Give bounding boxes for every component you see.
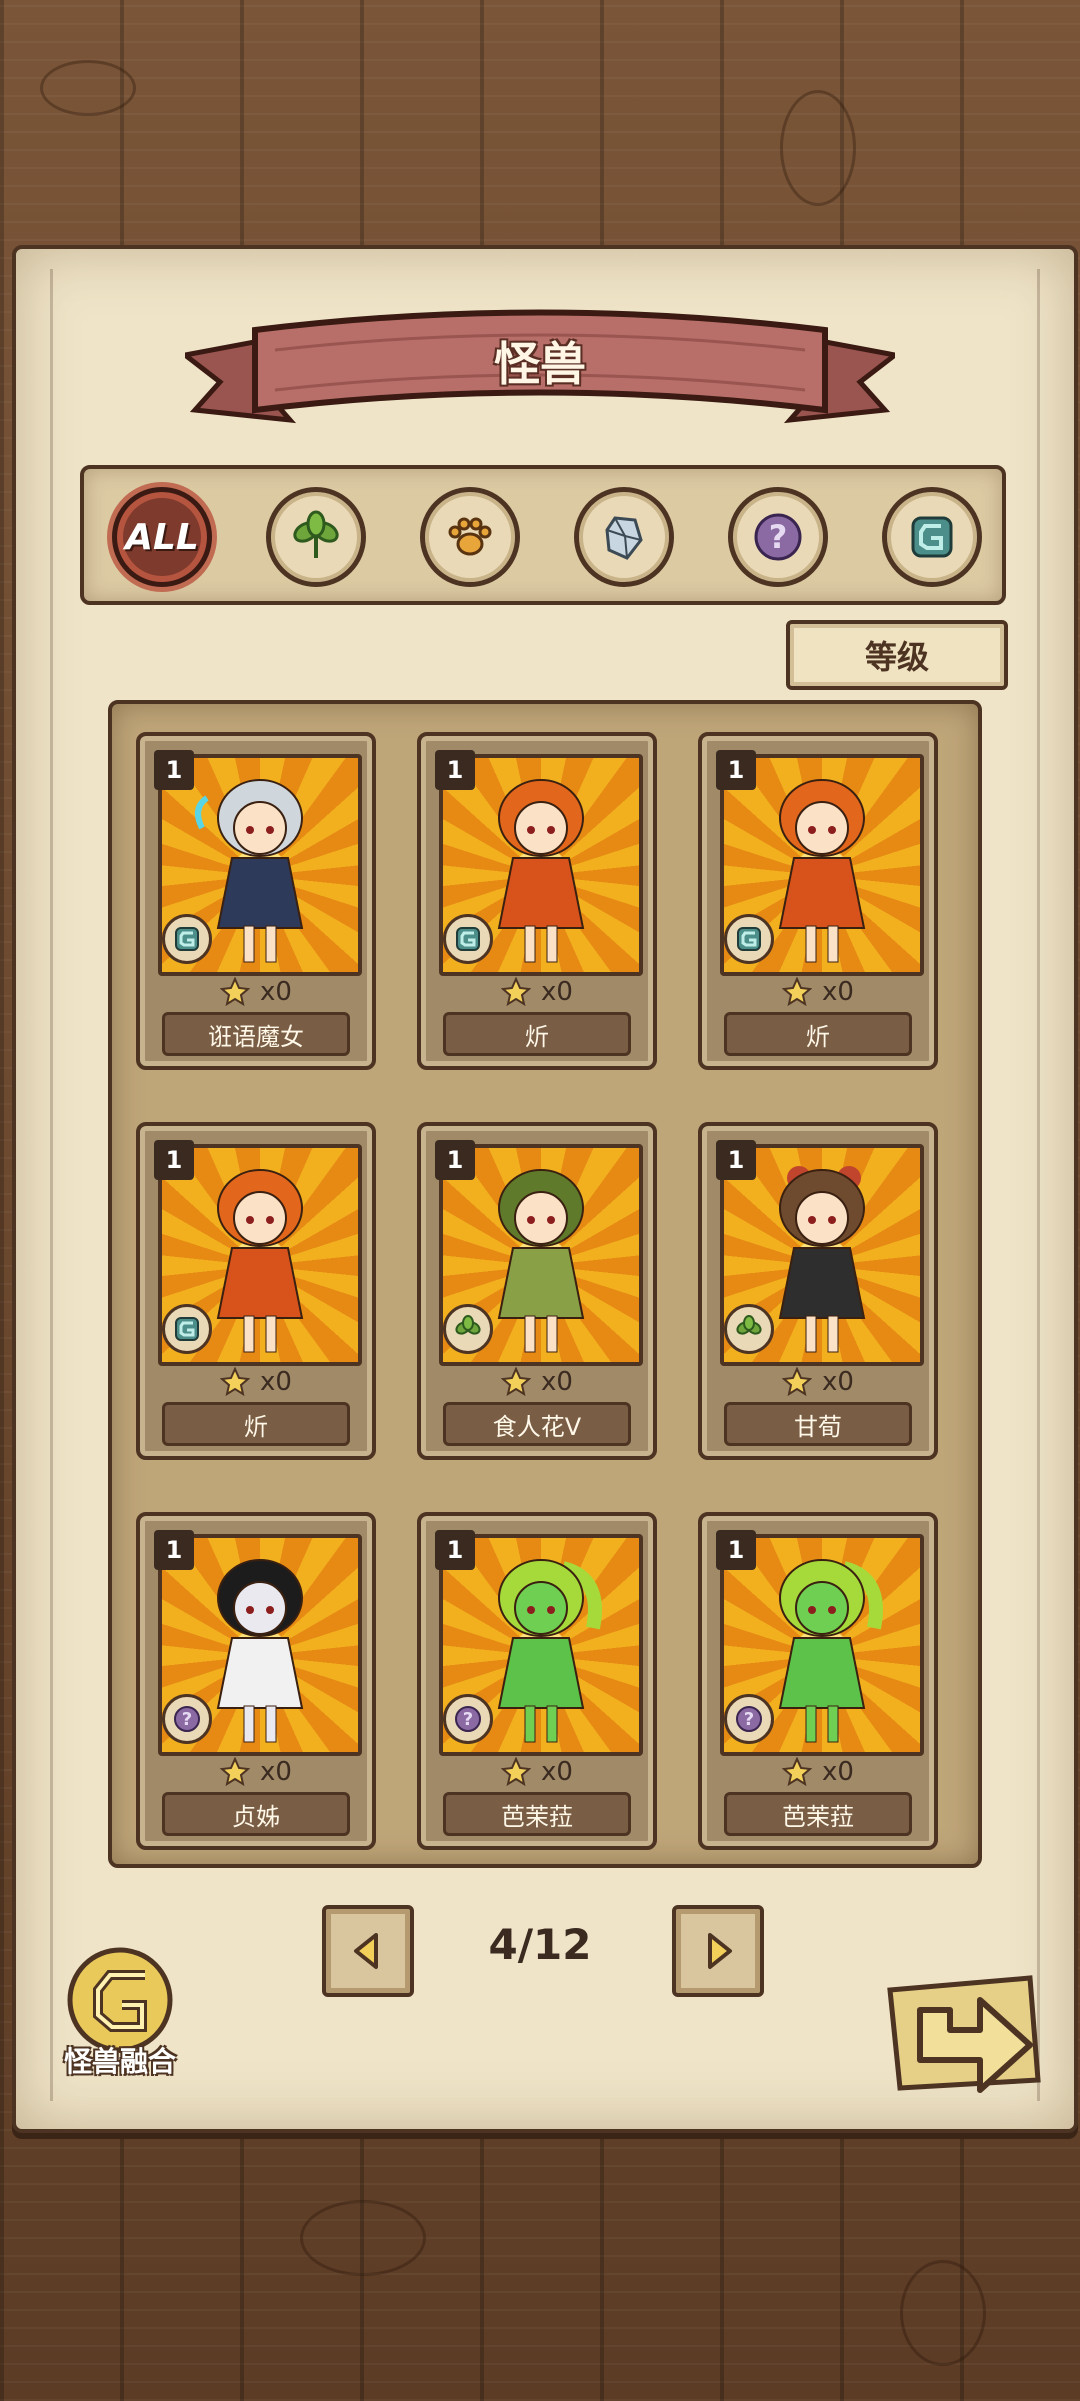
- monster-card[interactable]: 1 x0 炘: [417, 732, 657, 1070]
- card-name-plate: 炘: [724, 1012, 912, 1056]
- monster-card[interactable]: 1 x0 甘荀: [698, 1122, 938, 1460]
- filter-all-button[interactable]: ALL: [112, 487, 212, 587]
- card-name-plate: 食人花V: [443, 1402, 631, 1446]
- question-icon: ?: [754, 513, 802, 561]
- svg-text:?: ?: [182, 1709, 192, 1730]
- card-star-count: x0: [140, 976, 372, 1008]
- filter-crystal-button[interactable]: [574, 487, 674, 587]
- card-level-badge: 1: [716, 1140, 756, 1180]
- card-level-badge: 1: [154, 1530, 194, 1570]
- fusion-icon: [67, 1947, 173, 2053]
- card-name-plate: 甘荀: [724, 1402, 912, 1446]
- star-icon: [501, 1757, 532, 1787]
- leaf-icon: [293, 510, 339, 558]
- leaf-icon: [724, 1304, 774, 1354]
- sort-by-level-button[interactable]: 等级: [786, 620, 1008, 690]
- card-star-count: x0: [140, 1756, 372, 1788]
- page-title: 怪兽: [494, 337, 586, 391]
- card-level-badge: 1: [154, 750, 194, 790]
- card-star-count: x0: [140, 1366, 372, 1398]
- question-icon: ?: [724, 1694, 774, 1744]
- star-icon: [220, 1367, 251, 1397]
- star-icon: [501, 977, 532, 1007]
- monster-card[interactable]: 1 x0 炘: [698, 732, 938, 1070]
- star-icon: [782, 1757, 813, 1787]
- card-count: x0: [260, 977, 292, 1007]
- card-name-plate: 诳语魔女: [162, 1012, 350, 1056]
- rune-icon: [162, 914, 212, 964]
- card-star-count: x0: [702, 1366, 934, 1398]
- question-icon: ?: [162, 1694, 212, 1744]
- filter-magic-button[interactable]: [882, 487, 982, 587]
- card-star-count: x0: [421, 1756, 653, 1788]
- rune-icon: [724, 914, 774, 964]
- wood-knot: [780, 90, 856, 206]
- wood-knot: [40, 60, 136, 116]
- page-indicator: 4/12: [488, 1920, 592, 1969]
- return-arrow-icon: [887, 1975, 1041, 2093]
- monster-card[interactable]: 1 x0 诳语魔女: [136, 732, 376, 1070]
- svg-text:?: ?: [769, 518, 788, 556]
- star-icon: [220, 977, 251, 1007]
- card-count: x0: [822, 1367, 854, 1397]
- star-icon: [782, 1367, 813, 1397]
- card-level-badge: 1: [716, 1530, 756, 1570]
- card-star-count: x0: [421, 976, 653, 1008]
- fusion-label: 怪兽融合: [63, 2045, 176, 2078]
- card-star-count: x0: [421, 1366, 653, 1398]
- card-name-plate: 贞姊: [162, 1792, 350, 1836]
- monster-fusion-button[interactable]: 怪兽融合: [50, 1945, 190, 2085]
- filter-unknown-button[interactable]: ?: [728, 487, 828, 587]
- card-name-plate: 芭茉菈: [443, 1792, 631, 1836]
- monster-card[interactable]: 1 x0 食人花V: [417, 1122, 657, 1460]
- card-level-badge: 1: [435, 1530, 475, 1570]
- all-icon: ALL: [125, 516, 199, 558]
- monster-card[interactable]: 1 ? x0 芭茉菈: [698, 1512, 938, 1850]
- star-icon: [220, 1757, 251, 1787]
- arrow-left-icon: [354, 1933, 378, 1969]
- card-name-plate: 炘: [443, 1012, 631, 1056]
- leaf-icon: [443, 1304, 493, 1354]
- crystal-icon: [605, 516, 643, 560]
- card-count: x0: [260, 1757, 292, 1787]
- svg-text:?: ?: [744, 1709, 754, 1730]
- wood-knot: [900, 2260, 986, 2366]
- card-level-badge: 1: [716, 750, 756, 790]
- rune-icon: [443, 914, 493, 964]
- question-icon: ?: [443, 1694, 493, 1744]
- monster-card[interactable]: 1 ? x0 贞姊: [136, 1512, 376, 1850]
- card-name-plate: 芭茉菈: [724, 1792, 912, 1836]
- card-count: x0: [822, 977, 854, 1007]
- monster-card[interactable]: 1 x0 炘: [136, 1122, 376, 1460]
- card-level-badge: 1: [435, 1140, 475, 1180]
- card-count: x0: [541, 1367, 573, 1397]
- arrow-right-icon: [708, 1933, 732, 1969]
- category-filter-bar: ALL ?: [80, 465, 1006, 605]
- card-star-count: x0: [702, 976, 934, 1008]
- card-name-plate: 炘: [162, 1402, 350, 1446]
- prev-page-button[interactable]: [322, 1905, 414, 1997]
- next-page-button[interactable]: [672, 1905, 764, 1997]
- monster-card[interactable]: 1 ? x0 芭茉菈: [417, 1512, 657, 1850]
- rune-icon: [162, 1304, 212, 1354]
- filter-beast-button[interactable]: [420, 487, 520, 587]
- rune-icon: [911, 516, 953, 558]
- card-count: x0: [541, 1757, 573, 1787]
- title-banner: 怪兽: [185, 300, 895, 440]
- card-count: x0: [260, 1367, 292, 1397]
- star-icon: [782, 977, 813, 1007]
- paw-icon: [448, 517, 492, 556]
- card-count: x0: [822, 1757, 854, 1787]
- return-button[interactable]: [880, 1970, 1050, 2120]
- monster-grid: 1 x0 诳语魔女 1 x0 炘 1 x0 炘 1 x0 炘 1 x0 食人花V…: [108, 700, 982, 1868]
- filter-plant-button[interactable]: [266, 487, 366, 587]
- card-star-count: x0: [702, 1756, 934, 1788]
- card-level-badge: 1: [154, 1140, 194, 1180]
- card-level-badge: 1: [435, 750, 475, 790]
- card-count: x0: [541, 977, 573, 1007]
- svg-text:?: ?: [463, 1709, 473, 1730]
- wood-knot: [300, 2200, 426, 2276]
- star-icon: [501, 1367, 532, 1397]
